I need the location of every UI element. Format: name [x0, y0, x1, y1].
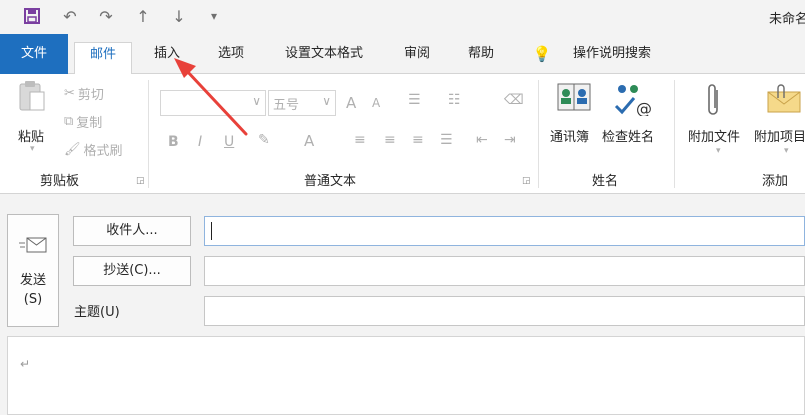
- title-bar: ↶ ↷ ↑ ↓ ▾ 未命名: [0, 0, 805, 34]
- check-names-label[interactable]: 检查姓名: [602, 126, 654, 145]
- align-center-icon[interactable]: ≡: [384, 132, 396, 148]
- format-painter-button[interactable]: 🖌 格式刷: [64, 140, 123, 159]
- ribbon: 粘贴 ▾ ✂ 剪切 ⧉ 复制 🖌 格式刷 剪贴板 ◲ ∨ 五号 ∨ A A ☰ …: [0, 74, 805, 194]
- save-icon[interactable]: [20, 4, 44, 28]
- bullets-icon[interactable]: ☰: [408, 92, 421, 108]
- numbering-icon[interactable]: ☷: [448, 92, 461, 108]
- lightbulb-icon[interactable]: 💡: [530, 42, 554, 74]
- tab-message[interactable]: 邮件: [74, 42, 132, 75]
- to-field[interactable]: [204, 216, 805, 246]
- customize-qat-icon[interactable]: ▾: [202, 4, 226, 28]
- text-caret: [211, 222, 212, 240]
- paste-dropdown-icon[interactable]: ▾: [30, 144, 35, 154]
- brush-icon: 🖌: [64, 142, 81, 157]
- send-label: 发送: [19, 273, 46, 288]
- font-size-value: 五号: [273, 98, 300, 113]
- arrow-up-icon[interactable]: ↑: [131, 4, 155, 28]
- clipboard-launcher-icon[interactable]: ◲: [136, 176, 145, 186]
- envelope-attach-icon[interactable]: [766, 84, 802, 118]
- attach-file-dropdown-icon[interactable]: ▾: [716, 146, 721, 156]
- attach-file-label[interactable]: 附加文件: [688, 126, 740, 145]
- check-names-icon[interactable]: @: [612, 82, 652, 120]
- attach-item-label[interactable]: 附加项目: [754, 126, 805, 145]
- scissors-icon: ✂: [64, 86, 75, 101]
- paperclip-icon[interactable]: [706, 84, 722, 122]
- decrease-indent-icon[interactable]: ⇤: [476, 132, 488, 148]
- names-group-label: 姓名: [592, 174, 619, 189]
- font-color-button[interactable]: A: [304, 132, 314, 150]
- svg-text:@: @: [636, 99, 652, 116]
- arrow-down-icon[interactable]: ↓: [167, 4, 191, 28]
- window-title: 未命名: [769, 12, 805, 27]
- paste-label[interactable]: 粘贴: [18, 126, 44, 145]
- tab-help[interactable]: 帮助: [456, 42, 506, 74]
- basic-text-group-label: 普通文本: [304, 174, 357, 189]
- paste-icon[interactable]: [18, 80, 46, 116]
- italic-button[interactable]: I: [198, 134, 202, 150]
- send-icon: [8, 235, 58, 259]
- attach-item-dropdown-icon[interactable]: ▾: [784, 146, 789, 156]
- cut-button[interactable]: ✂ 剪切: [64, 84, 104, 103]
- message-body[interactable]: ↵: [7, 336, 805, 415]
- shrink-font-button[interactable]: A: [372, 96, 380, 110]
- align-left-icon[interactable]: ≡: [354, 132, 366, 148]
- address-book-label[interactable]: 通讯簿: [550, 126, 589, 145]
- copy-button[interactable]: ⧉ 复制: [64, 112, 102, 131]
- justify-icon[interactable]: ☰: [440, 132, 453, 148]
- clear-formatting-icon[interactable]: ⌫: [504, 92, 524, 108]
- group-divider: [674, 80, 675, 188]
- increase-indent-icon[interactable]: ⇥: [504, 132, 516, 148]
- redo-icon[interactable]: ↷: [94, 4, 118, 28]
- grow-font-button[interactable]: A: [346, 94, 356, 112]
- chevron-down-icon: ∨: [252, 94, 261, 108]
- tab-format-text[interactable]: 设置文本格式: [270, 42, 378, 74]
- address-book-icon[interactable]: [556, 82, 592, 118]
- bold-button[interactable]: B: [168, 134, 179, 150]
- font-name-box[interactable]: ∨: [160, 90, 266, 116]
- tab-options[interactable]: 选项: [206, 42, 256, 74]
- tab-insert[interactable]: 插入: [142, 42, 192, 74]
- font-size-box[interactable]: 五号 ∨: [268, 90, 336, 116]
- chevron-down-icon: ∨: [322, 94, 331, 108]
- tab-file[interactable]: 文件: [0, 34, 68, 74]
- group-divider: [148, 80, 149, 188]
- subject-label: 主题(U): [74, 305, 120, 320]
- cc-button[interactable]: 抄送(C)...: [73, 256, 191, 286]
- undo-icon[interactable]: ↶: [58, 4, 82, 28]
- clipboard-group-label: 剪贴板: [40, 174, 80, 189]
- underline-button[interactable]: U: [224, 134, 234, 150]
- paragraph-mark: ↵: [20, 357, 31, 371]
- tell-me-search[interactable]: 操作说明搜索: [560, 42, 664, 74]
- group-divider: [538, 80, 539, 188]
- include-group-label: 添加: [762, 174, 789, 189]
- copy-icon: ⧉: [64, 114, 74, 129]
- cc-field[interactable]: [204, 256, 805, 286]
- basic-text-launcher-icon[interactable]: ◲: [522, 176, 531, 186]
- to-button[interactable]: 收件人...: [73, 216, 191, 246]
- tab-review[interactable]: 审阅: [392, 42, 442, 74]
- subject-field[interactable]: [204, 296, 805, 326]
- send-shortcut: (S): [23, 292, 43, 307]
- highlight-icon[interactable]: ✎: [258, 132, 270, 148]
- align-right-icon[interactable]: ≡: [412, 132, 424, 148]
- send-button[interactable]: 发送 (S): [7, 214, 59, 327]
- ribbon-tabs: 文件 邮件 插入 选项 设置文本格式 审阅 帮助 💡 操作说明搜索: [0, 34, 805, 75]
